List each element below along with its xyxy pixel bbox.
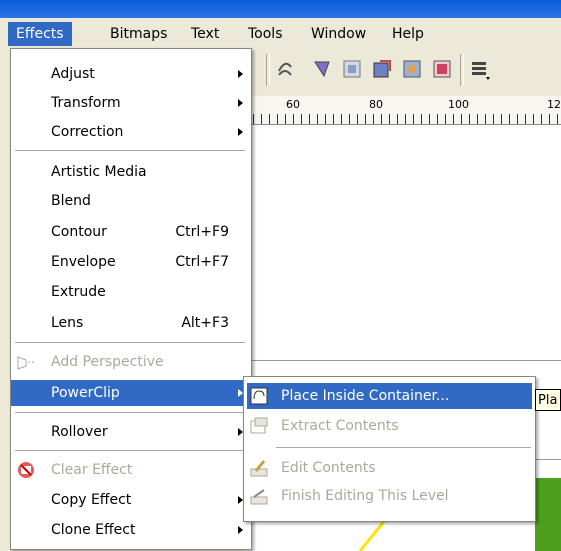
menu-item-finish-editing[interactable]: Finish Editing This Level: [247, 483, 532, 509]
menu-separator: [15, 150, 245, 151]
place-inside-icon: [250, 387, 268, 405]
menu-effects[interactable]: Effects: [8, 22, 72, 46]
menu-text[interactable]: Text: [183, 22, 227, 46]
submenu-arrow-icon: [238, 99, 243, 107]
blend-tool-icon[interactable]: [310, 57, 334, 81]
convert-icon[interactable]: [273, 57, 297, 81]
menu-bitmaps[interactable]: Bitmaps: [102, 22, 175, 46]
lens-tool-icon[interactable]: [400, 57, 424, 81]
options-icon[interactable]: [468, 57, 492, 81]
ruler-label: 60: [286, 98, 300, 111]
menu-bar: Effects Bitmaps Text Tools Window Help: [0, 18, 561, 48]
menu-item-lens[interactable]: Lens Alt+F3: [11, 310, 249, 336]
menu-item-clear-effect[interactable]: Clear Effect: [11, 457, 249, 483]
menu-item-edit-contents[interactable]: Edit Contents: [247, 455, 532, 481]
menu-item-extrude[interactable]: Extrude: [11, 279, 249, 305]
toolbar-separator: [266, 54, 270, 86]
toolbar-separator: [460, 54, 464, 86]
clear-effect-icon: [17, 461, 35, 479]
menu-item-rollover[interactable]: Rollover: [11, 419, 249, 445]
menu-item-artistic-media[interactable]: Artistic Media: [11, 159, 249, 185]
menu-item-extract-contents[interactable]: Extract Contents: [247, 413, 532, 439]
powerclip-submenu: Place Inside Container... Extract Conten…: [243, 376, 536, 522]
ruler-label: 100: [448, 98, 469, 111]
menu-item-envelope[interactable]: Envelope Ctrl+F7: [11, 249, 249, 275]
toolbar: [240, 48, 561, 94]
menu-separator: [15, 342, 245, 343]
menu-separator: [15, 412, 245, 413]
title-bar: [0, 0, 561, 18]
menu-item-adjust[interactable]: Adjust: [11, 61, 249, 87]
finish-editing-icon: [250, 487, 268, 505]
menu-separator: [276, 447, 531, 448]
submenu-arrow-icon: [238, 70, 243, 78]
menu-item-transform[interactable]: Transform: [11, 90, 249, 116]
menu-tools[interactable]: Tools: [240, 22, 291, 46]
menu-item-add-perspective[interactable]: Add Perspective: [11, 349, 249, 375]
horizontal-ruler: 60 80 100 12: [245, 96, 561, 125]
extrude-tool-icon[interactable]: [370, 57, 394, 81]
ruler-label: 80: [369, 98, 383, 111]
menu-item-contour[interactable]: Contour Ctrl+F9: [11, 219, 249, 245]
menu-item-powerclip[interactable]: PowerClip: [11, 380, 249, 406]
page-border: [245, 360, 561, 361]
green-shape[interactable]: [535, 478, 561, 551]
menu-item-correction[interactable]: Correction: [11, 119, 249, 145]
submenu-arrow-icon: [238, 526, 243, 534]
edit-contents-icon: [250, 459, 268, 477]
extract-contents-icon: [250, 417, 268, 435]
perspective-icon: [17, 353, 35, 371]
bitmap-effect-icon[interactable]: [430, 57, 454, 81]
menu-item-clone-effect[interactable]: Clone Effect: [11, 517, 249, 543]
yellow-curve: [358, 520, 387, 551]
submenu-arrow-icon: [238, 128, 243, 136]
menu-window[interactable]: Window: [303, 22, 374, 46]
ruler-ticks: [245, 114, 561, 124]
menu-item-copy-effect[interactable]: Copy Effect: [11, 487, 249, 513]
menu-item-place-inside-container[interactable]: Place Inside Container...: [247, 383, 532, 409]
tooltip: Pla: [535, 389, 561, 411]
menu-help[interactable]: Help: [384, 22, 432, 46]
menu-separator: [15, 450, 245, 451]
left-strip: [0, 48, 10, 551]
ruler-label: 12: [547, 98, 561, 111]
envelope-tool-icon[interactable]: [340, 57, 364, 81]
menu-item-blend[interactable]: Blend: [11, 188, 249, 214]
effects-menu: Adjust Transform Correction Artistic Med…: [10, 48, 252, 550]
